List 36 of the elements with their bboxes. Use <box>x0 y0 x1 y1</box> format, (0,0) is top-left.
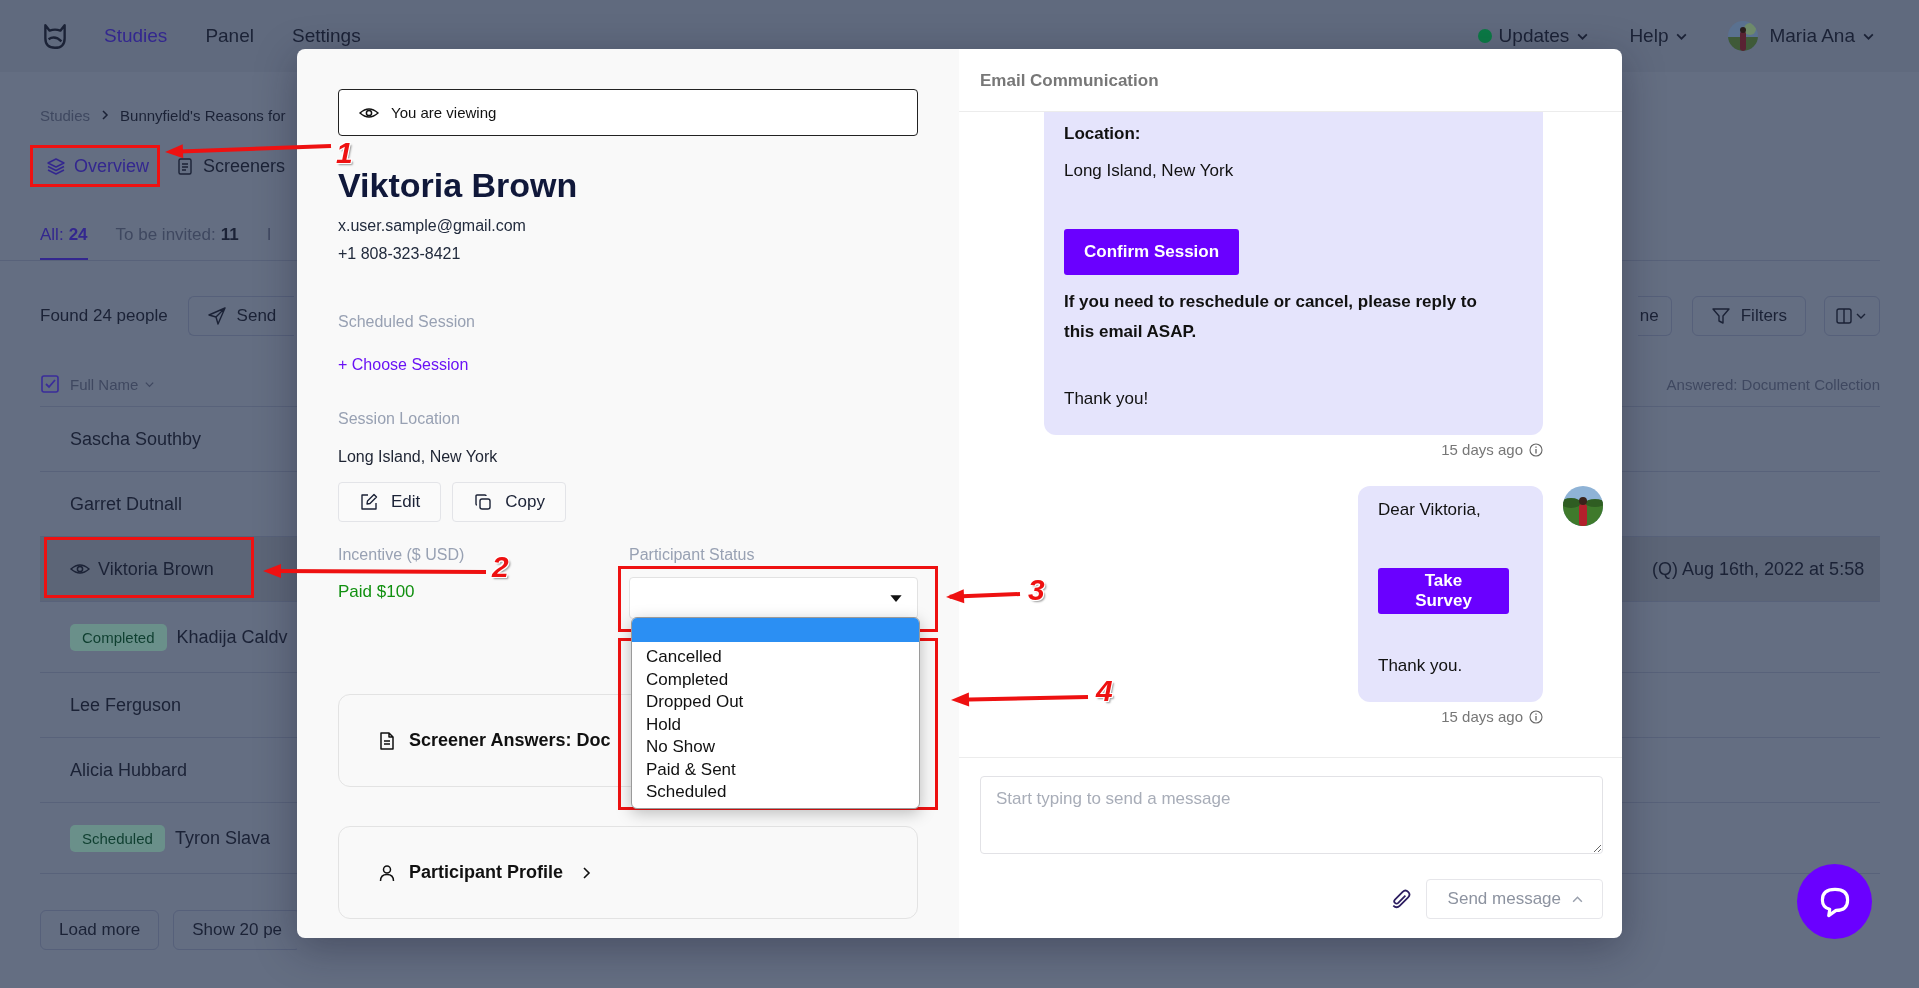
message-text: Long Island, New York <box>1064 160 1235 182</box>
status-badge: Completed <box>70 623 167 651</box>
message-text: Thank you! <box>1064 388 1150 410</box>
participant-name: Alicia Hubbard <box>70 759 188 781</box>
table-cell: (Q) Aug 16th, 2022 at 5:58 <box>1652 558 1865 580</box>
status-badge: Scheduled <box>70 824 165 852</box>
email-address: x.user.sample@gmail.com <box>338 216 527 236</box>
phone-number: +1 808-323-8421 <box>338 244 462 264</box>
field-label: Session Location <box>338 409 461 429</box>
message-text: Location: <box>1064 123 1142 145</box>
location-value: Long Island, New York <box>338 447 499 467</box>
participant-name: Lee Ferguson <box>70 694 182 716</box>
participant-name: Khadija Caldv <box>176 626 288 648</box>
step-number: 1 <box>336 138 353 168</box>
participant-name: Viktoria Brown <box>338 168 578 202</box>
notice-text: You are viewing <box>391 104 497 121</box>
participant-name: Tyron Slava <box>174 827 270 849</box>
field-label: Participant Status <box>629 545 756 565</box>
message-text: Dear Viktoria, <box>1378 499 1482 521</box>
step-number: 3 <box>1028 575 1045 605</box>
field-label: Scheduled Session <box>338 312 476 332</box>
card-title: Screener Answers: Doc <box>409 730 611 751</box>
result-count: Found 24 people <box>40 306 168 326</box>
breadcrumb-item: Bunnyfield's Reasons for <box>120 106 286 124</box>
card-title: Participant Profile <box>409 862 564 883</box>
participant-name: Sascha Southby <box>70 428 202 450</box>
step-number: 2 <box>492 552 509 582</box>
timestamp: 15 days ago <box>1441 441 1523 458</box>
timestamp: 15 days ago <box>1441 708 1523 725</box>
participant-name: Garret Dutnall <box>70 493 183 515</box>
message-text: If you need to reschedule or cancel, please reply to this email ASAP. <box>1064 291 1478 343</box>
participant-name: Viktoria Brown <box>98 558 214 580</box>
field-label: Incentive ($ USD) <box>338 545 466 565</box>
message-text: Thank you. <box>1378 655 1464 677</box>
incentive-value: Paid $100 <box>338 582 416 602</box>
step-number: 4 <box>1096 676 1113 706</box>
